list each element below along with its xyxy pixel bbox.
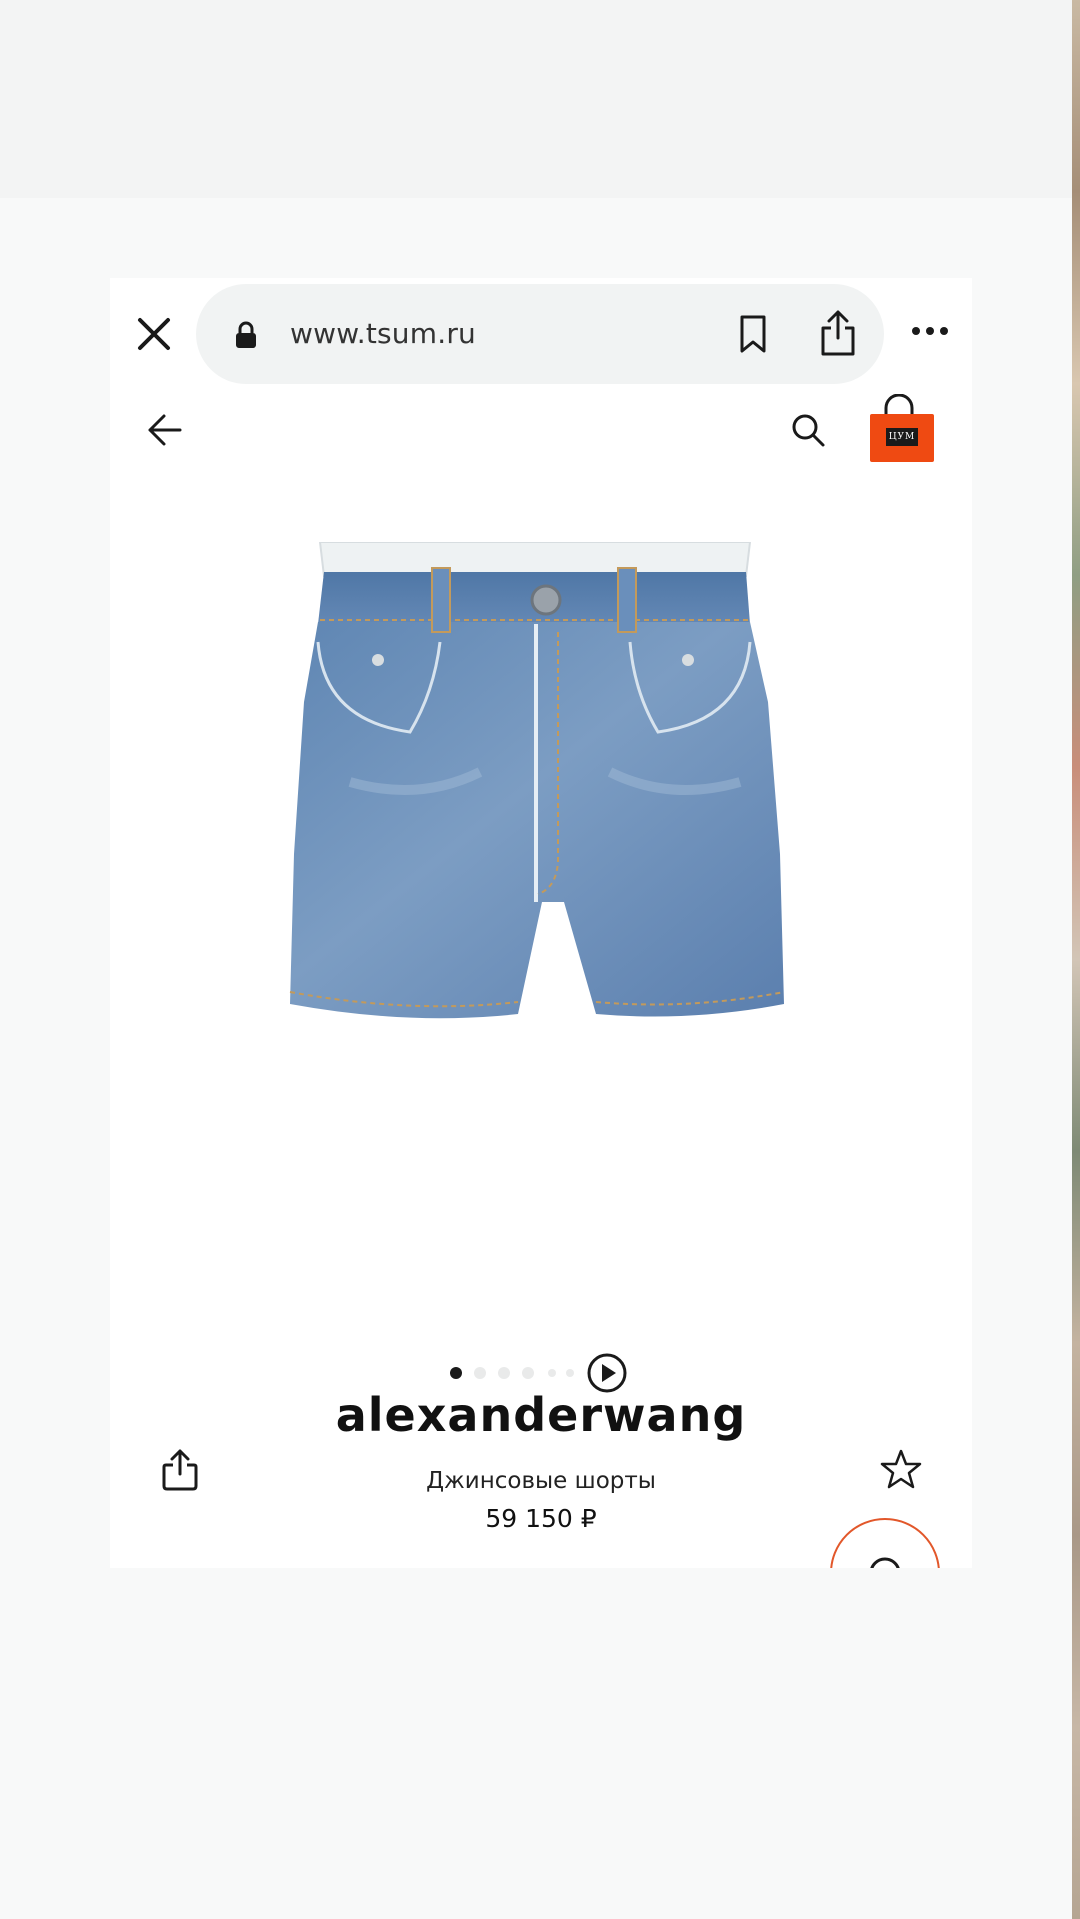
product-name: Джинсовые шорты (426, 1468, 656, 1494)
chat-icon (870, 1557, 900, 1568)
arrow-left-icon[interactable] (146, 412, 184, 448)
close-icon[interactable] (134, 314, 174, 354)
shopping-bag-icon[interactable]: ЦУМ (868, 394, 938, 466)
address-bar[interactable]: www.tsum.ru (196, 284, 884, 384)
bag-body: ЦУМ (870, 414, 934, 462)
gallery-dot[interactable] (474, 1367, 486, 1379)
brand-name[interactable]: alexanderwang (110, 1388, 972, 1442)
product-image[interactable] (220, 542, 860, 1088)
edge-strip (1072, 0, 1080, 1919)
browser-window: www.tsum.ru ЦУМ alexanderwang Джинсовые … (110, 278, 972, 1568)
more-icon[interactable] (910, 324, 950, 338)
gallery-dot[interactable] (548, 1369, 556, 1377)
store-logo: ЦУМ (886, 428, 918, 446)
search-icon[interactable] (790, 412, 826, 448)
bookmark-icon[interactable] (738, 314, 768, 354)
page-background-top (0, 0, 1072, 198)
gallery-dot-active[interactable] (450, 1367, 462, 1379)
url-text[interactable]: www.tsum.ru (290, 314, 476, 354)
share-icon[interactable] (818, 308, 858, 358)
lock-icon (236, 321, 256, 348)
product-price: 59 150 ₽ (485, 1504, 597, 1533)
gallery-dot[interactable] (566, 1369, 574, 1377)
gallery-dot[interactable] (498, 1367, 510, 1379)
gallery-dot[interactable] (522, 1367, 534, 1379)
